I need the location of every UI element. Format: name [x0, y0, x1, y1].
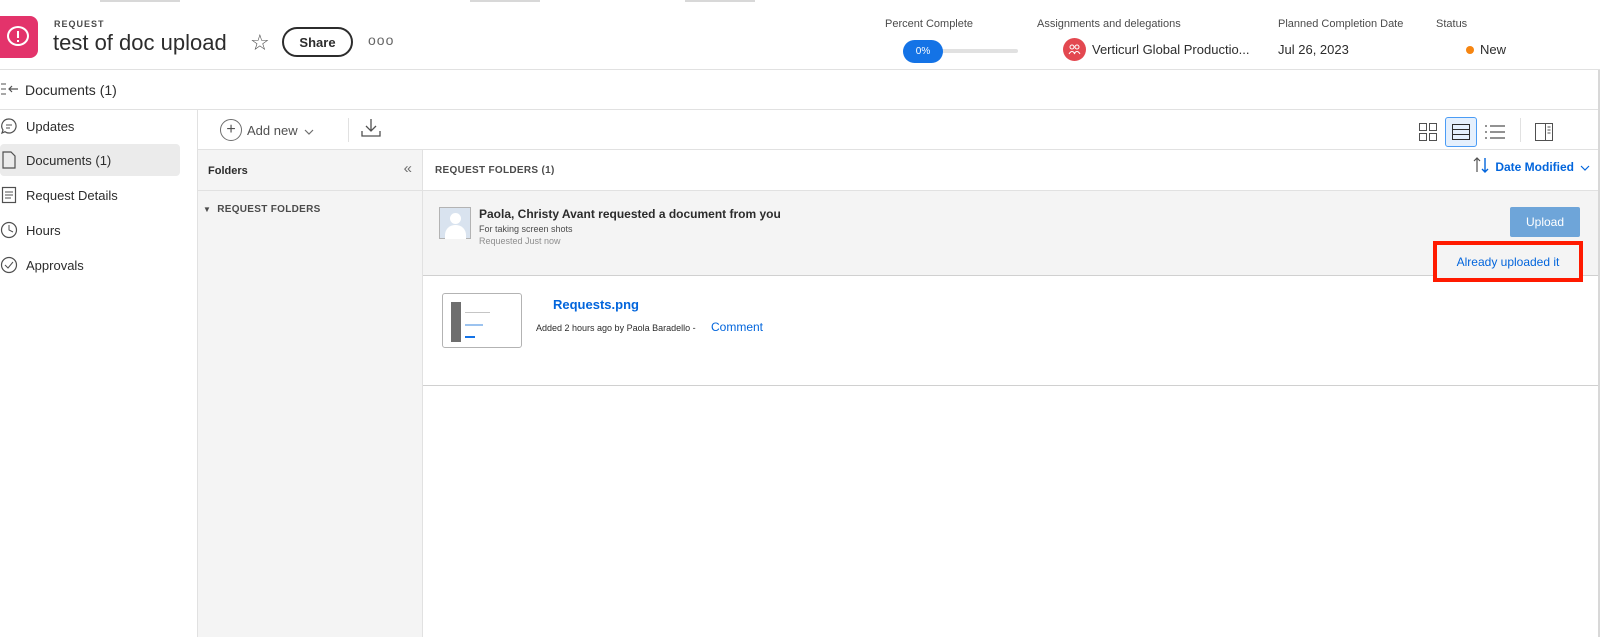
- more-options-icon[interactable]: ooo: [368, 32, 394, 48]
- sidebar: Updates Documents (1) Request Details Ho…: [0, 110, 198, 637]
- percent-complete-value[interactable]: 0%: [903, 40, 943, 63]
- grid-view-icon[interactable]: [1412, 117, 1444, 147]
- status-dot-icon: [1466, 46, 1474, 54]
- collapse-nav-icon[interactable]: [0, 82, 20, 99]
- top-tab-strip: [685, 0, 755, 2]
- chevron-down-icon: [1580, 160, 1590, 174]
- sidebar-item-approvals[interactable]: Approvals: [0, 249, 180, 281]
- percent-complete-label: Percent Complete: [885, 18, 974, 30]
- sidebar-item-label: Request Details: [26, 187, 118, 203]
- document-added-info: Added 2 hours ago by Paola Baradello -: [536, 323, 696, 333]
- request-timestamp: Requested Just now: [479, 236, 561, 246]
- card-view-icon[interactable]: [1445, 117, 1477, 147]
- sidebar-item-label: Documents (1): [26, 152, 112, 168]
- sidebar-item-request-details[interactable]: Request Details: [0, 179, 180, 211]
- add-new-label: Add new: [247, 122, 298, 138]
- list-item[interactable]: Requests.png Added 2 hours ago by Paola …: [423, 276, 1600, 386]
- collapse-folders-icon[interactable]: «: [404, 160, 412, 177]
- document-name-link[interactable]: Requests.png: [553, 297, 639, 312]
- top-tab-strip: [470, 0, 540, 2]
- avatar: [439, 207, 471, 239]
- request-folders-heading: REQUEST FOLDERS (1): [435, 165, 555, 176]
- toolbar-divider: [1520, 118, 1521, 142]
- favorite-star-icon[interactable]: ☆: [250, 30, 270, 56]
- documents-toolbar: + Add new: [198, 110, 1600, 150]
- folders-title: Folders: [208, 165, 248, 177]
- section-title: Documents (1): [25, 82, 117, 98]
- sidebar-item-label: Updates: [26, 118, 75, 134]
- top-tab-strip: [100, 0, 180, 2]
- folders-pane: Folders « ▼ REQUEST FOLDERS: [198, 150, 423, 637]
- status-label: Status: [1436, 18, 1468, 30]
- page-title[interactable]: test of doc upload: [53, 30, 227, 56]
- sidebar-item-label: Hours: [26, 222, 61, 238]
- toolbar-divider: [348, 118, 349, 142]
- comment-link[interactable]: Comment: [711, 320, 763, 334]
- document-request-card: Paola, Christy Avant requested a documen…: [423, 190, 1600, 282]
- panel-toggle-icon[interactable]: [1528, 117, 1560, 147]
- assignments-label: Assignments and delegations: [1037, 18, 1181, 30]
- documents-main: REQUEST FOLDERS (1) Date Modified Paola,…: [423, 150, 1600, 637]
- clock-icon: [0, 219, 20, 241]
- folders-divider: [198, 190, 423, 191]
- document-thumbnail[interactable]: [442, 293, 522, 348]
- request-description: For taking screen shots: [479, 224, 573, 234]
- object-type-label: REQUEST: [54, 19, 105, 29]
- chevron-down-icon: [304, 123, 314, 138]
- request-title: Paola, Christy Avant requested a documen…: [479, 207, 781, 221]
- list-view-icon[interactable]: [1479, 117, 1511, 147]
- sort-icon: [1471, 155, 1491, 178]
- sidebar-item-updates[interactable]: Updates: [0, 110, 180, 142]
- document-icon: [0, 149, 20, 171]
- request-header: REQUEST test of doc upload ☆ Share ooo P…: [0, 0, 1600, 70]
- planned-completion-date[interactable]: Jul 26, 2023: [1278, 42, 1349, 57]
- sidebar-item-hours[interactable]: Hours: [0, 214, 180, 246]
- assignee-name[interactable]: Verticurl Global Productio...: [1092, 42, 1250, 57]
- caret-down-icon: ▼: [203, 205, 212, 214]
- sidebar-item-documents[interactable]: Documents (1): [0, 144, 180, 176]
- details-icon: [0, 184, 20, 206]
- upload-button[interactable]: Upload: [1510, 207, 1580, 237]
- breadcrumb: Documents (1): [0, 70, 1600, 110]
- sort-dropdown[interactable]: Date Modified: [1471, 155, 1590, 178]
- folder-tree-item[interactable]: ▼ REQUEST FOLDERS: [203, 204, 321, 215]
- planned-completion-label: Planned Completion Date: [1278, 18, 1404, 30]
- sidebar-item-label: Approvals: [26, 257, 84, 273]
- add-new-button[interactable]: + Add new: [220, 117, 314, 143]
- share-button[interactable]: Share: [282, 27, 353, 57]
- add-circle-icon: +: [220, 119, 242, 141]
- status-value[interactable]: New: [1480, 42, 1506, 57]
- checkmark-circle-icon: [0, 254, 20, 276]
- folder-tree-label: REQUEST FOLDERS: [217, 204, 321, 215]
- team-avatar-icon: [1063, 38, 1086, 61]
- chat-bubble-icon: [0, 115, 20, 137]
- request-app-icon: [0, 16, 38, 58]
- sort-label: Date Modified: [1495, 159, 1574, 174]
- download-icon[interactable]: [360, 117, 384, 141]
